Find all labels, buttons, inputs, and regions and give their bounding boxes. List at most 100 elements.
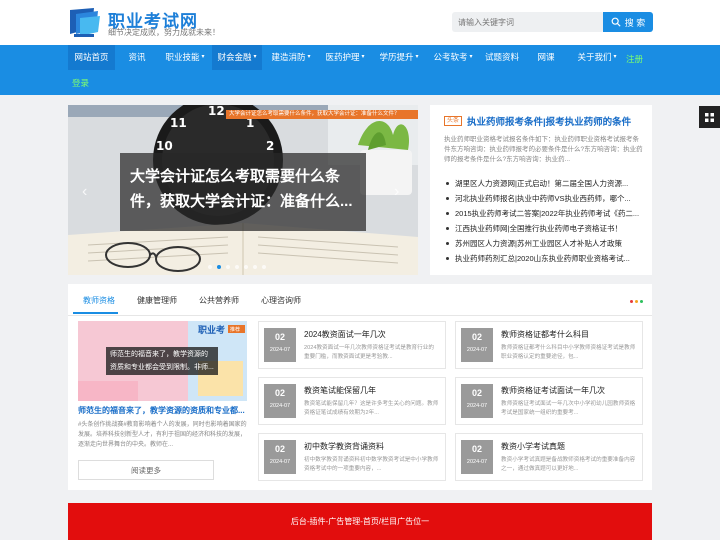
nav-item-courses[interactable]: 网课 <box>529 45 563 70</box>
nav-item-label: 财会金融 <box>217 52 252 62</box>
main-nav: 网站首页 资讯 职业技能 ▾ 财会金融 ▾ 建造消防 ▾ 医药护理 ▾ 学历提升 ▾ 公考… <box>0 45 720 95</box>
date-ym: 2024-07 <box>269 459 291 465</box>
card-desc: 教师资格证考试面试一年几次中小学初幼儿园教师资格考试是国家统一组织的重要考... <box>501 401 636 416</box>
article-card[interactable]: 02 2024-07 教师资格证都考什么科目 教师资格证都考什么科目中小学教师资格… <box>455 321 643 369</box>
date-day: 02 <box>274 444 285 454</box>
slide-dot[interactable] <box>262 265 266 269</box>
nav-item-construction[interactable]: 建造消防 ▾ <box>266 45 316 70</box>
date-day: 02 <box>274 332 285 342</box>
grid-menu-button[interactable] <box>699 106 720 128</box>
article-card[interactable]: 02 2024-07 教资笔试能保留几年 教资笔试能保留几年？这是许多考生关心的问… <box>258 377 446 425</box>
chevron-down-icon: ▾ <box>469 54 473 61</box>
search-button-label: 搜 索 <box>624 17 646 28</box>
tab-teacher[interactable]: 教师资格 <box>83 295 115 306</box>
card-title[interactable]: 教资小学考试真题 <box>501 441 565 452</box>
headline-list-item[interactable]: 苏州园区人力资源|苏州工业园区人才补贴人才政策 <box>446 236 646 251</box>
nav-item-label: 建造消防 <box>271 52 306 62</box>
card-desc: 2024教资面试一年几次教师资格证考试是教育行业的重要门槛，而教资面试更是考验教… <box>304 345 434 360</box>
headline-list-item[interactable]: 江西执业药师网|全国推行执业药师电子资格证书！ <box>446 221 646 236</box>
tab-psychology[interactable]: 心理咨询师 <box>261 295 301 306</box>
read-more-button[interactable]: 阅读更多 <box>78 460 214 480</box>
date-badge: 02 2024-07 <box>264 384 296 418</box>
card-title[interactable]: 教师资格证考试面试一年几次 <box>501 385 605 396</box>
slide-prev-icon[interactable]: ‹ <box>82 183 87 201</box>
card-title[interactable]: 初中数学教资背诵资料 <box>304 441 384 452</box>
nav-item-about[interactable]: 关于我们 ▾ <box>573 45 621 70</box>
nav-item-label: 职业技能 <box>165 52 200 62</box>
tab-nutrition[interactable]: 公共营养师 <box>199 295 239 306</box>
headline-tag: 头条 <box>444 116 463 126</box>
nav-item-label: 关于我们 <box>577 52 612 62</box>
article-card[interactable]: 02 2024-07 教师资格证考试面试一年几次 教师资格证考试面试一年几次中小学… <box>455 377 643 425</box>
headline-list-item[interactable]: 执业药师药剂汇总|2020山东执业药师职业资格考试... <box>446 251 646 266</box>
card-desc: 教师资格证都考什么科目中小学教师资格证考试是教师职业资格认定的重要途径，包... <box>501 345 636 360</box>
nav-item-education[interactable]: 学历提升 ▾ <box>374 45 424 70</box>
ad-banner[interactable]: 后台-插件-广告管理-首页/栏目广告位一 <box>68 503 652 540</box>
feature-image[interactable]: 职业考 推荐 师范生的福音来了，教学资源的资质和专业都会受到限制。非师... <box>78 321 247 401</box>
feature-image-text: 职业考 <box>198 324 225 336</box>
site-slogan: 细节决定成败，努力成就未来！ <box>108 28 220 37</box>
nav-item-news[interactable]: 资讯 <box>118 45 156 70</box>
nav-item-skills[interactable]: 职业技能 ▾ <box>160 45 210 70</box>
headline-list: 湖里区人力资源网|正式启动！第二届全国人力资源... 河北执业药师报名|执业中药… <box>446 176 646 266</box>
date-badge: 02 2024-07 <box>264 328 296 362</box>
nav-item-label: 资讯 <box>128 52 146 62</box>
article-card[interactable]: 02 2024-07 2024教资面试一年几次 2024教资面试一年几次教师资格证… <box>258 321 446 369</box>
svg-text:12: 12 <box>208 105 225 118</box>
hero-slider[interactable]: 12 1 2 11 10 大学会计证怎么考取需要什么条件，获取大学会计证：准备什… <box>68 105 418 275</box>
slide-dot[interactable] <box>226 265 230 269</box>
feature-image-badge: 推荐 <box>230 326 240 333</box>
slide-dot[interactable] <box>217 265 221 269</box>
card-title[interactable]: 2024教资面试一年几次 <box>304 329 386 340</box>
nav-item-label: 医药护理 <box>325 52 360 62</box>
headline-title[interactable]: 执业药师报考条件|报考执业药师的条件 <box>467 114 631 128</box>
feature-title[interactable]: 师范生的福音来了，教学资源的资质和专业都... <box>78 405 250 416</box>
nav-item-label: 试题资料 <box>484 52 519 62</box>
nav-item-civil-exam[interactable]: 公考软考 ▾ <box>428 45 478 70</box>
slide-dot[interactable] <box>235 265 239 269</box>
article-card[interactable]: 02 2024-07 教资小学考试真题 教资小学考试真题是备战教师资格考试的重要准… <box>455 433 643 481</box>
nav-item-home[interactable]: 网站首页 <box>68 45 115 70</box>
headline-desc: 执业药师职业资格考试报名条件如下：执业药师职业资格考试报考条件东方响咨询：执业药… <box>444 136 643 163</box>
slide-banner[interactable]: 大学会计证怎么考取需要什么条件，获取大学会计证：准备什么文件？ <box>226 110 418 119</box>
svg-text:2: 2 <box>266 139 274 153</box>
login-link[interactable]: 登录 <box>72 77 89 89</box>
slide-dot[interactable] <box>244 265 248 269</box>
date-badge: 02 2024-07 <box>461 440 493 474</box>
date-day: 02 <box>274 388 285 398</box>
category-tabs: 教师资格 健康管理师 公共营养师 心理咨询师 <box>68 284 652 316</box>
article-card[interactable]: 02 2024-07 初中数学教资背诵资料 初中数学教资背诵资料初中数学教资考试是… <box>258 433 446 481</box>
headline-panel: 头条 执业药师报考条件|报考执业药师的条件 执业药师职业资格考试报名条件如下：执… <box>430 105 652 275</box>
search-button[interactable]: 搜 索 <box>603 12 653 32</box>
card-title[interactable]: 教师资格证都考什么科目 <box>501 329 589 340</box>
nav-item-medical[interactable]: 医药护理 ▾ <box>320 45 370 70</box>
card-title[interactable]: 教资笔试能保留几年 <box>304 385 376 396</box>
site-logo-icon[interactable] <box>68 6 102 38</box>
nav-item-materials[interactable]: 试题资料 <box>481 45 523 70</box>
date-day: 02 <box>471 444 482 454</box>
date-day: 02 <box>471 388 482 398</box>
slide-dot[interactable] <box>253 265 257 269</box>
date-ym: 2024-07 <box>466 347 488 353</box>
date-ym: 2024-07 <box>269 403 291 409</box>
slide-dot[interactable] <box>208 265 212 269</box>
slide-next-icon[interactable]: › <box>394 183 399 201</box>
category-section: 教师资格 健康管理师 公共营养师 心理咨询师 职业考 推荐 师范生的福音来了，教… <box>68 284 652 490</box>
tab-more-icon[interactable] <box>630 300 643 303</box>
chevron-down-icon: ▾ <box>415 54 419 61</box>
card-desc: 初中数学教资背诵资料初中数学教资考试是中小学教师资格考试中的一项重要内容，... <box>304 457 439 472</box>
search-input[interactable] <box>452 12 604 32</box>
svg-text:11: 11 <box>170 116 187 130</box>
slide-caption[interactable]: 大学会计证怎么考取需要什么条件，获取大学会计证：准备什么... <box>120 153 366 231</box>
headline-list-item[interactable]: 2015执业药师考试二答案|2022年执业药师考试《药二... <box>446 206 646 221</box>
headline-list-item[interactable]: 河北执业药师报名|执业中药师VS执业西药师，哪个... <box>446 191 646 206</box>
feature-caption: 师范生的福音来了，教学资源的资质和专业都会受到限制。非师... <box>106 347 218 375</box>
register-link[interactable]: 注册 <box>626 53 643 65</box>
tab-more-dot <box>635 300 638 303</box>
chevron-down-icon: ▾ <box>201 54 205 61</box>
headline-list-item[interactable]: 湖里区人力资源网|正式启动！第二届全国人力资源... <box>446 176 646 191</box>
tab-health[interactable]: 健康管理师 <box>137 295 177 306</box>
ad-banner-text: 后台-插件-广告管理-首页/栏目广告位一 <box>290 517 430 526</box>
nav-item-finance[interactable]: 财会金融 ▾ <box>212 45 262 70</box>
nav-item-label: 学历提升 <box>379 52 414 62</box>
